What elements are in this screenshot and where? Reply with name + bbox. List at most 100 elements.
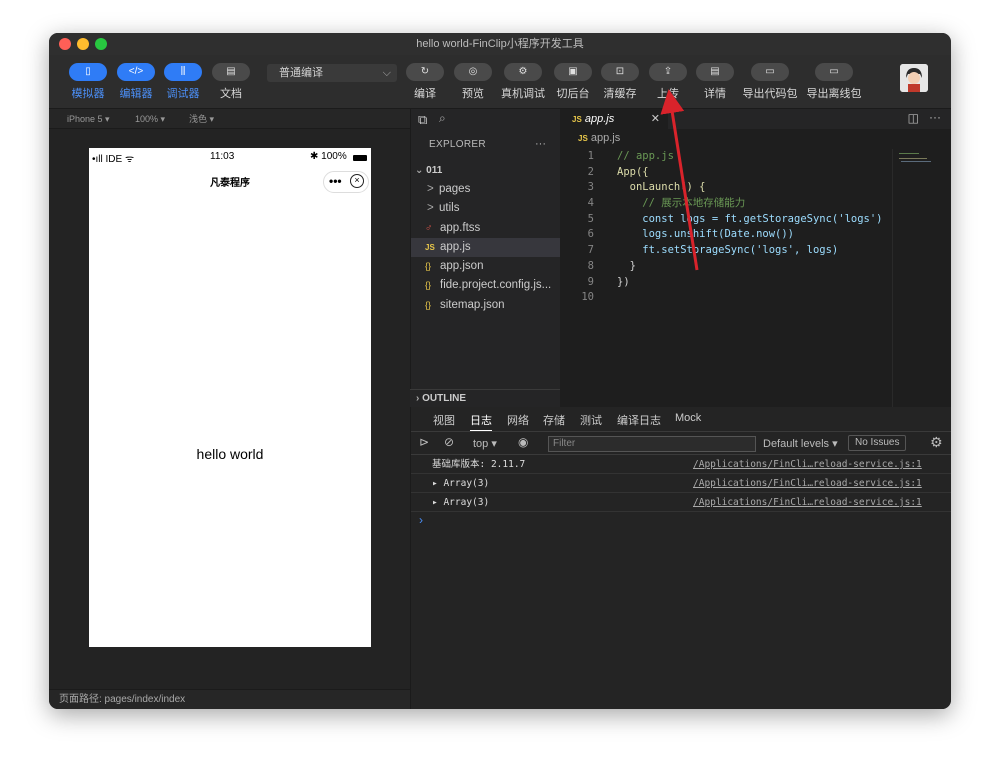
details-button[interactable]: ▤ 详情 — [685, 63, 745, 101]
js-file-icon: JS — [425, 243, 435, 252]
explorer-more-button[interactable]: ··· — [535, 138, 546, 150]
console-prompt[interactable]: › — [419, 513, 423, 527]
device-select[interactable]: iPhone 5 ▾ — [67, 109, 110, 129]
line-number: 2 — [587, 165, 594, 178]
signal-status: •ıll IDE ᯤ — [92, 154, 135, 165]
issues-button[interactable]: No Issues — [848, 435, 907, 451]
folder-icon: ▭ — [815, 63, 853, 81]
export-offline-label: 导出离线包 — [806, 88, 862, 100]
log-row[interactable]: ▸ Array(3) /Applications/FinCli…reload-s… — [411, 493, 951, 512]
chevron-down-icon: ⌵ — [382, 67, 391, 79]
clear-icon: ⊡ — [601, 63, 639, 81]
console-tabs: 视图 日志 网络 存储 测试 编译日志 Mock — [411, 407, 951, 432]
clear-console-icon[interactable]: ⊘ — [444, 435, 454, 449]
js-file-icon: JS — [578, 134, 588, 143]
tab-storage[interactable]: 存储 — [543, 412, 565, 428]
docs-button[interactable]: ▤ 文档 — [201, 63, 261, 101]
tree-item-label: pages — [439, 183, 471, 195]
export-code-button[interactable]: ▭ 导出代码包 — [740, 63, 800, 101]
log-row: 基础库版本: 2.11.7 /Applications/FinCli…reloa… — [411, 455, 951, 474]
page-path: 页面路径: pages/index/index — [49, 689, 410, 709]
tree-item-sitemap[interactable]: {} sitemap.json — [411, 296, 561, 315]
console-toolbar: ⊳ ⊘ top ▾ ◉ Filter Default levels ▾ No I… — [411, 431, 951, 455]
theme-select[interactable]: 浅色 ▾ — [189, 109, 214, 129]
breadcrumb: JS app.js — [578, 132, 620, 144]
files-icon[interactable]: ⧉ — [418, 112, 427, 128]
compile-mode-value: 普通编译 — [279, 67, 323, 79]
chevron-down-icon: ⌄ — [415, 165, 427, 176]
tree-item-label: utils — [439, 202, 460, 214]
code-text: App({ — [617, 165, 649, 178]
tab-test[interactable]: 测试 — [580, 412, 602, 428]
json-file-icon: {} — [425, 300, 432, 310]
zoom-select[interactable]: 100% ▾ — [135, 109, 165, 129]
sidebar-toggle-icon[interactable]: ⊳ — [419, 435, 429, 449]
tab-label: app.js — [584, 113, 615, 125]
tab-app-js[interactable]: JS app.js ✕ — [560, 109, 668, 129]
tree-item-label: sitemap.json — [440, 299, 505, 311]
compile-mode-select[interactable]: 普通编译 ⌵ — [267, 64, 397, 82]
tree-item-pages[interactable]: > pages — [411, 180, 561, 199]
log-text[interactable]: ▸ Array(3) — [432, 474, 489, 493]
zoom-window-button[interactable] — [95, 38, 107, 50]
export-offline-button[interactable]: ▭ 导出离线包 — [804, 63, 864, 101]
battery-status: ✱ 100% — [310, 151, 347, 162]
outline-section[interactable]: › OUTLINE — [410, 389, 560, 407]
project-folder[interactable]: ⌄ 011 — [411, 161, 561, 180]
eye-icon[interactable]: ◉ — [518, 435, 528, 449]
line-number: 9 — [587, 275, 594, 288]
explorer-panel: ⧉ ⌕ EXPLORER ··· ⌄ 011 > pages > utils ♂ ap… — [410, 109, 561, 427]
close-icon[interactable]: × — [350, 174, 364, 188]
code-text: // 展示本地存储能力 — [617, 197, 746, 210]
gear-icon[interactable]: ⚙ — [930, 434, 943, 451]
status-time: 11:03 — [210, 151, 235, 162]
log-source-link[interactable]: /Applications/FinCli…reload-service.js:1 — [693, 493, 922, 512]
tree-item-label: app.ftss — [440, 222, 481, 234]
capsule-menu: ••• × — [323, 171, 369, 193]
split-editor-icon[interactable]: ◫ — [908, 111, 919, 125]
tree-item-app-js[interactable]: JS app.js — [411, 238, 561, 257]
minimap[interactable] — [892, 149, 940, 407]
line-number: 1 — [587, 150, 594, 162]
export-code-label: 导出代码包 — [742, 88, 798, 100]
log-levels-select[interactable]: Default levels ▾ — [763, 437, 838, 450]
breadcrumb-file[interactable]: app.js — [591, 132, 620, 144]
outline-title: OUTLINE — [422, 393, 466, 404]
log-source-link[interactable]: /Applications/FinCli…reload-service.js:1 — [693, 474, 922, 493]
tab-mock[interactable]: Mock — [675, 412, 701, 424]
eye-icon: ◎ — [454, 63, 492, 81]
more-icon[interactable]: ··· — [929, 110, 941, 124]
json-file-icon: {} — [425, 280, 432, 290]
filter-input[interactable]: Filter — [548, 436, 756, 452]
user-avatar-icon — [900, 64, 928, 92]
tab-network[interactable]: 网络 — [507, 412, 529, 428]
tree-item-utils[interactable]: > utils — [411, 199, 561, 218]
close-window-button[interactable] — [59, 38, 71, 50]
tree-item-label: app.js — [440, 241, 471, 253]
tab-log[interactable]: 日志 — [470, 412, 492, 432]
simulator-area: •ıll IDE ᯤ 11:03 ✱ 100% 凡泰程序 ••• × hello… — [49, 129, 410, 689]
console-panel: 视图 日志 网络 存储 测试 编译日志 Mock ⊳ ⊘ top ▾ ◉ Fil… — [410, 407, 951, 709]
line-number: 8 — [587, 259, 594, 272]
js-file-icon: JS — [572, 115, 582, 124]
context-select[interactable]: top ▾ — [473, 437, 497, 450]
tab-compile-log[interactable]: 编译日志 — [617, 412, 661, 428]
folder-icon: ▭ — [751, 63, 789, 81]
log-row[interactable]: ▸ Array(3) /Applications/FinCli…reload-s… — [411, 474, 951, 493]
log-source-link[interactable]: /Applications/FinCli…reload-service.js:1 — [693, 455, 922, 474]
tree-item-app-json[interactable]: {} app.json — [411, 257, 561, 276]
line-number: 6 — [587, 228, 594, 241]
tree-item-label: fide.project.config.js... — [440, 279, 552, 291]
upload-icon: ⇪ — [649, 63, 687, 81]
log-text[interactable]: ▸ Array(3) — [432, 493, 489, 512]
tree-item-project-config[interactable]: {} fide.project.config.js... — [411, 276, 561, 295]
explorer-title: EXPLORER — [429, 139, 486, 150]
close-tab-icon[interactable]: ✕ — [651, 109, 660, 129]
chevron-right-icon: > — [427, 183, 434, 195]
tab-view[interactable]: 视图 — [433, 412, 455, 428]
more-icon[interactable]: ••• — [329, 174, 342, 188]
minimize-window-button[interactable] — [77, 38, 89, 50]
avatar[interactable] — [900, 64, 928, 92]
tree-item-app-ftss[interactable]: ♂ app.ftss — [411, 219, 561, 238]
search-icon[interactable]: ⌕ — [439, 111, 446, 126]
